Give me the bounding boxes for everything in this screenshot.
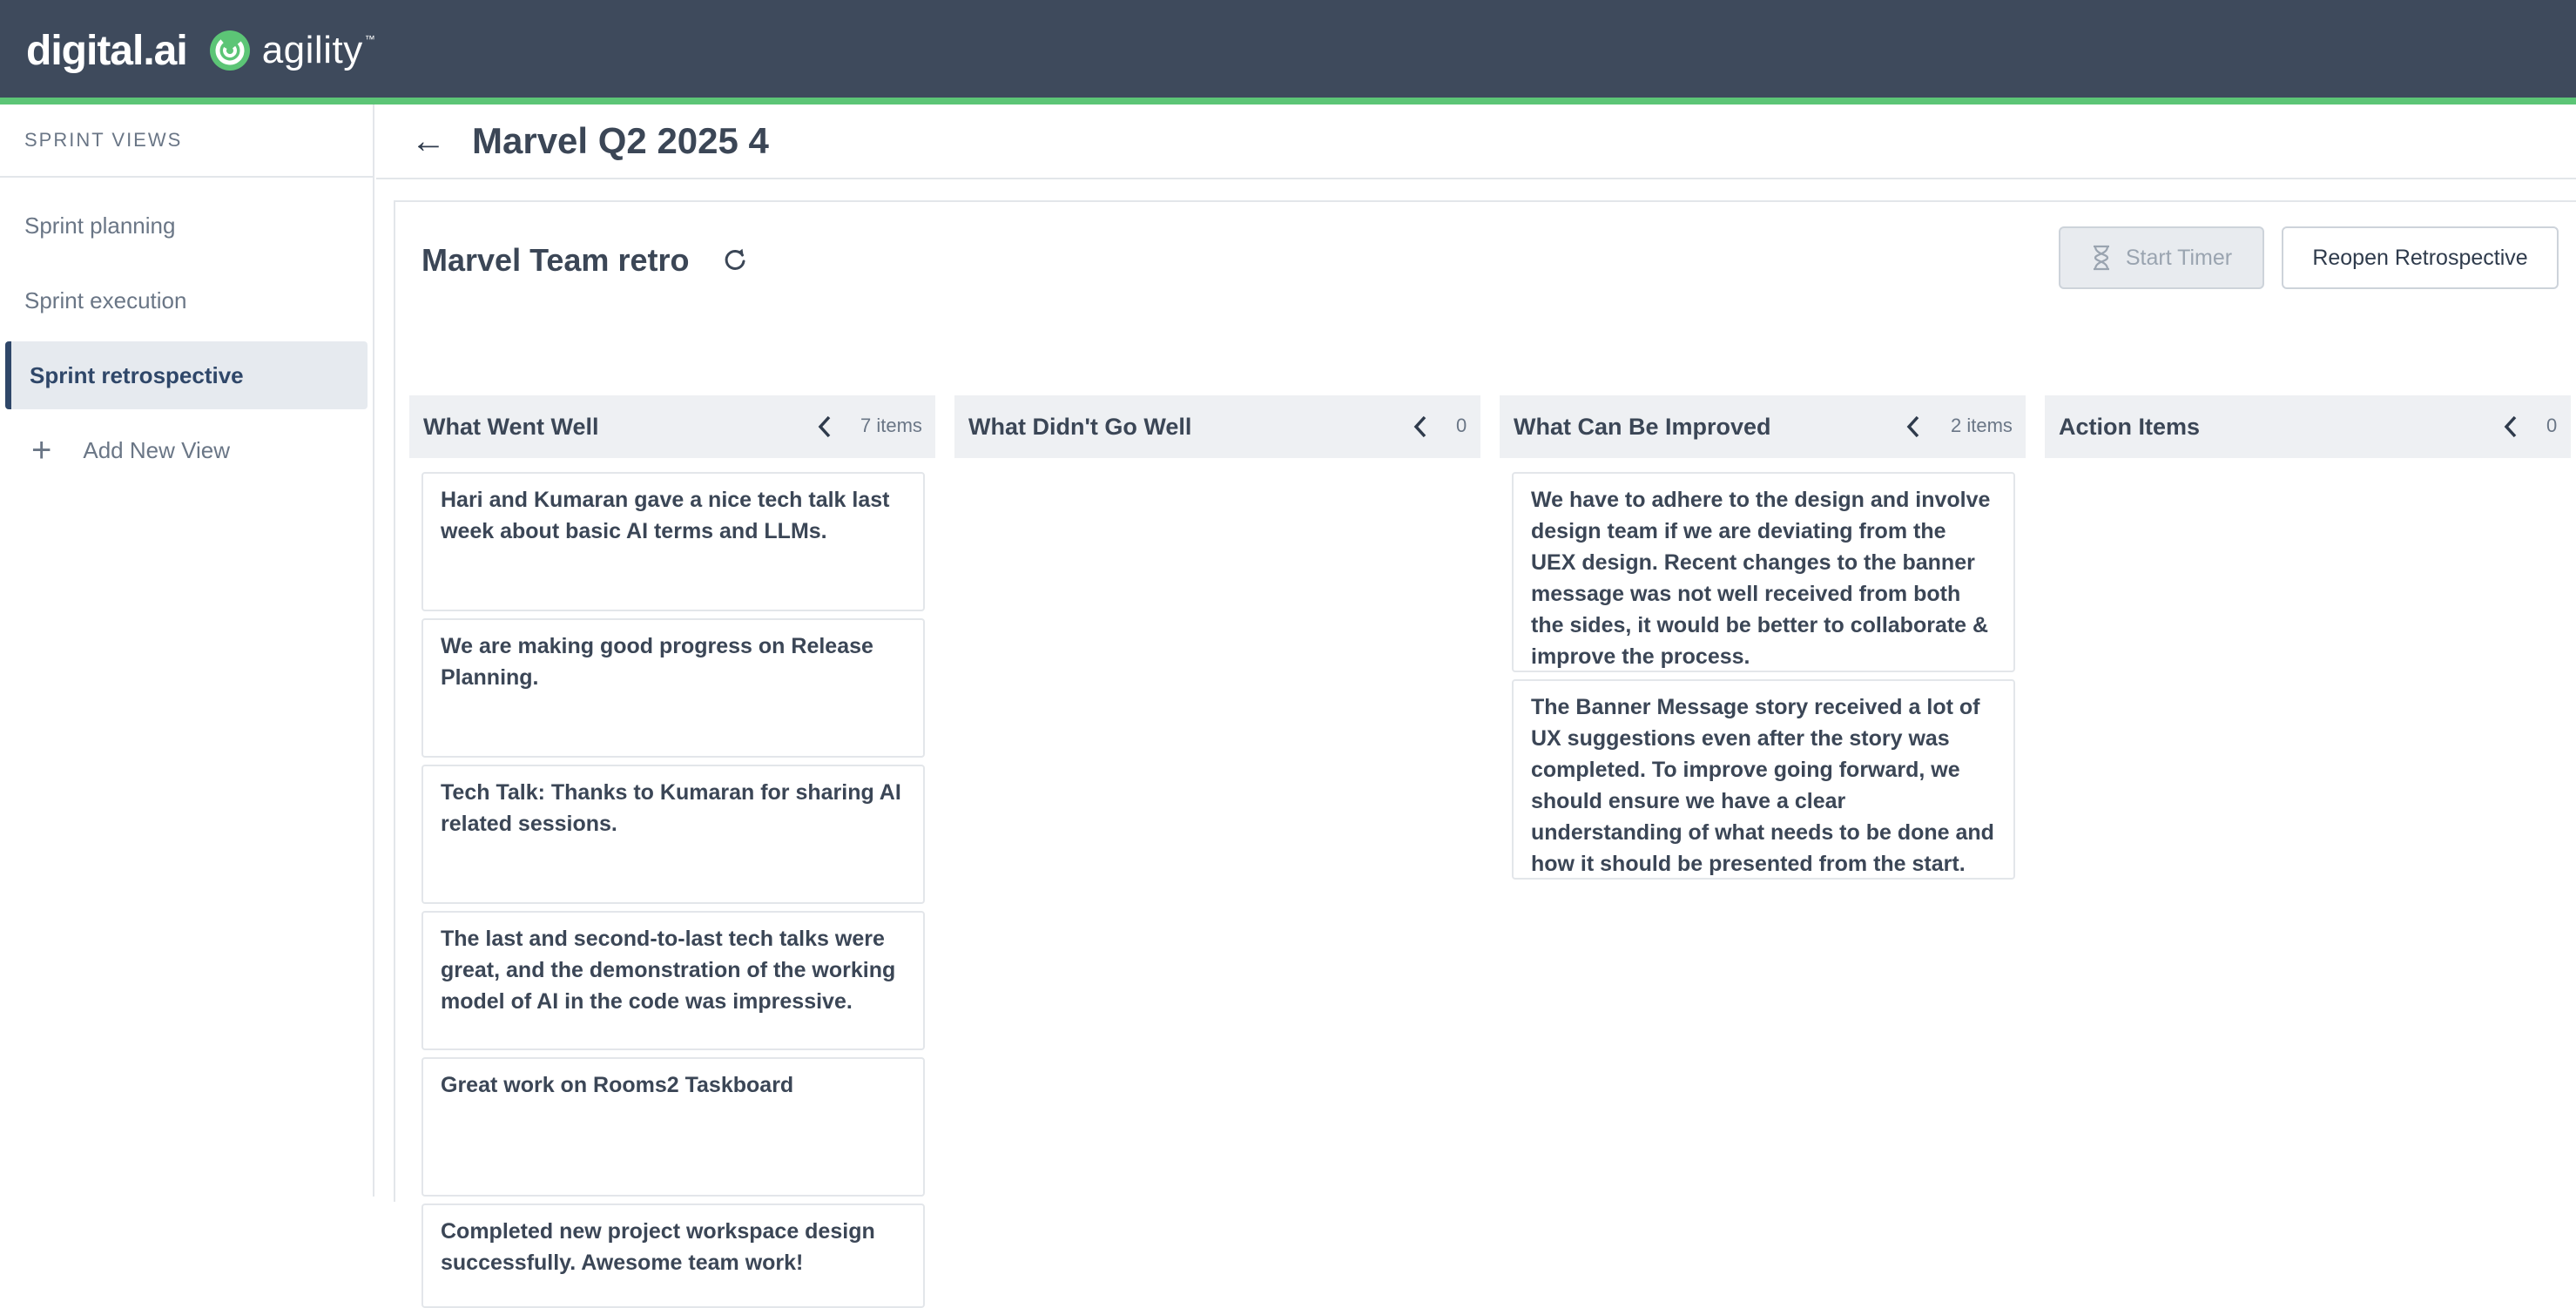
retro-card[interactable]: Tech Talk: Thanks to Kumaran for sharing… — [421, 765, 925, 904]
brand-logo[interactable]: digital.ai agility ™ — [26, 23, 375, 78]
retro-title: Marvel Team retro — [421, 242, 690, 278]
start-timer-label: Start Timer — [2125, 245, 2233, 270]
retrospective-panel: Marvel Team retro Start Timer Reopen Ret… — [394, 200, 2576, 1308]
column-count: 2 items — [1951, 415, 2013, 436]
column-title: What Can Be Improved — [1514, 413, 1771, 440]
refresh-icon[interactable] — [721, 246, 749, 273]
sidebar-heading: SPRINT VIEWS — [0, 105, 373, 178]
retro-card[interactable]: Hari and Kumaran gave a nice tech talk l… — [421, 472, 925, 611]
chevron-left-icon[interactable] — [815, 413, 834, 441]
column-title: Action Items — [2059, 413, 2201, 440]
column-title: What Didn't Go Well — [968, 413, 1192, 440]
column-header-what-didnt-go-well: What Didn't Go Well 0 — [954, 395, 1480, 458]
column-title: What Went Well — [423, 413, 599, 440]
add-new-view-button[interactable]: + Add New View — [5, 416, 368, 484]
sidebar-item-label: Sprint retrospective — [30, 361, 244, 388]
agility-logo-icon — [209, 30, 250, 71]
sidebar-item-sprint-execution[interactable]: Sprint execution — [5, 266, 368, 334]
chevron-left-icon[interactable] — [1411, 413, 1430, 441]
agility-wordmark: agility — [261, 29, 363, 71]
trademark-mark: ™ — [364, 33, 375, 45]
column-count: 0 — [2546, 415, 2558, 436]
column-header-what-can-be-improved: What Can Be Improved 2 items — [1500, 395, 2026, 458]
back-arrow-icon[interactable]: ← — [411, 124, 446, 158]
retro-card[interactable]: The last and second-to-last tech talks w… — [421, 911, 925, 1050]
plus-icon: + — [31, 431, 52, 469]
top-bar: digital.ai agility ™ — [0, 0, 2576, 105]
retro-card[interactable]: Great work on Rooms2 Taskboard — [421, 1057, 925, 1197]
sidebar: SPRINT VIEWS Sprint planning Sprint exec… — [0, 105, 374, 1197]
sidebar-item-label: Sprint execution — [24, 287, 187, 314]
retro-card[interactable]: Completed new project workspace design s… — [421, 1203, 925, 1308]
reopen-retrospective-label: Reopen Retrospective — [2312, 245, 2528, 270]
reopen-retrospective-button[interactable]: Reopen Retrospective — [2282, 226, 2559, 289]
digital-ai-wordmark: digital.ai — [26, 27, 188, 74]
column-count: 7 items — [860, 415, 922, 436]
sidebar-item-sprint-retrospective[interactable]: Sprint retrospective — [5, 341, 368, 409]
column-header-action-items: Action Items 0 — [2045, 395, 2571, 458]
sidebar-item-label: Sprint planning — [24, 212, 176, 239]
chevron-left-icon[interactable] — [2501, 413, 2520, 441]
retro-card[interactable]: The Banner Message story received a lot … — [1512, 679, 2015, 880]
start-timer-button[interactable]: Start Timer — [2059, 226, 2264, 289]
hourglass-icon — [2093, 245, 2109, 271]
page-header: ← Marvel Q2 2025 4 — [376, 105, 2576, 179]
retro-card[interactable]: We are making good progress on Release P… — [421, 618, 925, 758]
sidebar-item-sprint-planning[interactable]: Sprint planning — [5, 192, 368, 260]
chevron-left-icon[interactable] — [1904, 413, 1923, 441]
add-new-view-label: Add New View — [83, 436, 230, 463]
retro-card[interactable]: We have to adhere to the design and invo… — [1512, 472, 2015, 672]
page-title: Marvel Q2 2025 4 — [472, 120, 769, 161]
column-header-what-went-well: What Went Well 7 items — [409, 395, 935, 458]
main-content: ← Marvel Q2 2025 4 Marvel Team retro Sta… — [376, 105, 2576, 1308]
column-count: 0 — [1456, 415, 1467, 436]
